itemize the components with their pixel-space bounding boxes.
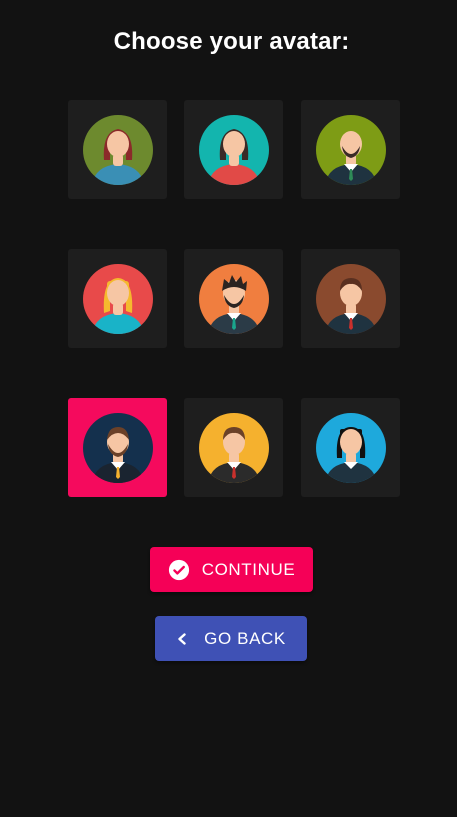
avatar-image [315,412,387,484]
avatar-option-selected[interactable] [68,398,167,497]
avatar-option[interactable] [301,249,400,348]
avatar-image [315,263,387,335]
avatar-option[interactable] [184,398,283,497]
avatar-image [198,412,270,484]
avatar-grid [68,100,400,498]
go-back-label: GO BACK [204,628,286,648]
check-circle-icon [168,559,190,581]
avatar-image [198,114,270,186]
avatar-image [315,114,387,186]
avatar-option[interactable] [68,100,167,199]
avatar-option[interactable] [301,398,400,497]
continue-label: CONTINUE [201,559,296,579]
avatar-option[interactable] [184,249,283,348]
avatar-option[interactable] [184,100,283,199]
avatar-image [198,263,270,335]
avatar-option[interactable] [301,100,400,199]
chevron-left-icon [176,632,188,646]
avatar-image [82,114,154,186]
avatar-image [82,412,154,484]
continue-button[interactable]: CONTINUE [150,547,313,592]
page-title: Choose your avatar: [113,28,350,55]
avatar-image [82,263,154,335]
avatar-option[interactable] [68,249,167,348]
go-back-button[interactable]: GO BACK [155,616,307,661]
